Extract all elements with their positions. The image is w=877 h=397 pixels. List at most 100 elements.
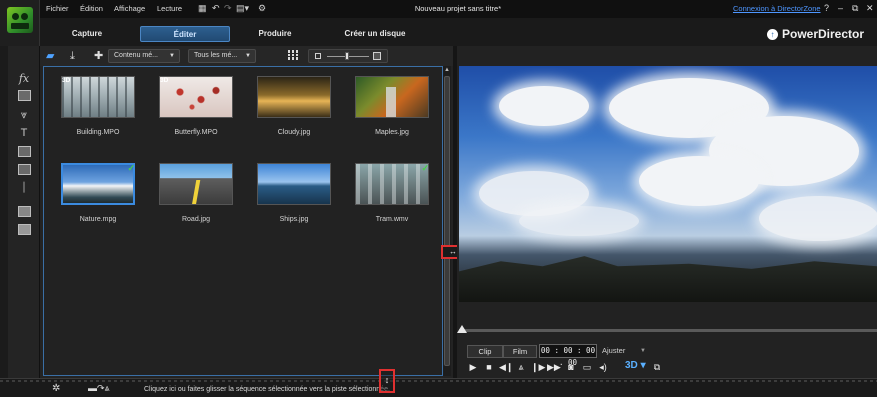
clip-mode-button[interactable]: Clip: [467, 345, 503, 358]
check-icon: ✓: [421, 163, 429, 173]
import-media-icon[interactable]: ⤓: [70, 50, 75, 62]
particle-icon[interactable]: ⩔: [15, 108, 33, 122]
timeline-hint[interactable]: Cliquez ici ou faites glisser la séquenc…: [144, 386, 390, 393]
plugins-icon[interactable]: ✚: [94, 50, 103, 62]
mode-tabs: Capture Éditer Produire Créer un disque …: [40, 18, 877, 46]
timecode-display[interactable]: 00 : 00 : 00 . 00: [539, 344, 597, 367]
subtitle-icon[interactable]: [18, 224, 31, 235]
pip-icon[interactable]: [18, 90, 31, 101]
app-logo: [0, 0, 40, 46]
redo-icon[interactable]: ↷: [224, 3, 232, 13]
volume-icon[interactable]: ◂): [597, 361, 609, 373]
menu-affichage[interactable]: Affichage: [114, 4, 145, 13]
menu-fichier[interactable]: Fichier: [46, 4, 69, 13]
media-item-butterfly[interactable]: 3D Butterfly.MPO: [157, 76, 235, 140]
scrollbar-thumb[interactable]: [444, 76, 450, 366]
media-thumbnail: [257, 76, 331, 118]
media-item-road[interactable]: Road.jpg: [157, 163, 235, 227]
voiceover-icon[interactable]: ❙: [15, 180, 33, 194]
scroll-up-icon[interactable]: ▲: [443, 67, 451, 73]
next-frame-icon[interactable]: ❙▶: [531, 361, 545, 373]
media-thumbnail: [61, 163, 135, 205]
film-mode-button[interactable]: Film: [503, 345, 537, 358]
chevron-down-icon: ▼: [640, 348, 646, 354]
library-scrollbar[interactable]: ▲: [443, 66, 451, 376]
tab-produire[interactable]: Produire: [240, 26, 310, 42]
brand-name: PowerDirector: [782, 27, 865, 41]
chapter-icon[interactable]: [18, 206, 31, 217]
minimize-button[interactable]: –: [838, 3, 843, 13]
snapshot-camera-icon[interactable]: ◙: [565, 361, 577, 373]
upgrade-icon[interactable]: ↑: [767, 29, 778, 40]
3d-badge: 3D: [62, 77, 71, 84]
3d-toggle-button[interactable]: 3D ▾: [625, 360, 646, 371]
media-library-panel: ▰ ⤓ ✚ Contenu mé... ▼ Tous les mé... ▼ 3D …: [40, 46, 453, 378]
track-manager-icon[interactable]: ✲: [52, 383, 60, 394]
room-rail: fx ⩔ T ❙: [8, 46, 40, 378]
fx-icon[interactable]: fx: [15, 72, 33, 86]
media-thumbnail: [257, 163, 331, 205]
fit-dropdown[interactable]: Ajuster ▼: [602, 345, 648, 358]
audio-mixing-icon[interactable]: [18, 164, 31, 175]
media-grid: 3D Building.MPO 3D Butterfly.MPO Cloudy.…: [43, 66, 443, 376]
media-thumbnail: [159, 76, 233, 118]
stop-icon[interactable]: ■: [483, 361, 495, 373]
save-icon[interactable]: ▦: [198, 3, 207, 13]
check-icon: ✓: [127, 163, 135, 173]
content-filter-label: Contenu mé...: [114, 52, 158, 59]
media-item-maples[interactable]: Maples.jpg: [353, 76, 431, 140]
brand: ↑ PowerDirector: [767, 26, 864, 42]
media-label: Cloudy.jpg: [277, 129, 311, 136]
media-item-ships[interactable]: Ships.jpg: [255, 163, 333, 227]
restore-button[interactable]: ⧉: [852, 3, 858, 14]
content-filter-dropdown[interactable]: Contenu mé... ▼: [108, 49, 180, 63]
media-thumbnail: [355, 163, 429, 205]
undock-icon[interactable]: ⧉: [651, 361, 663, 373]
seek-bar[interactable]: [459, 329, 877, 332]
3d-label: 3D: [625, 360, 638, 371]
resize-vertical-icon[interactable]: ↕: [379, 369, 395, 393]
transition-icon[interactable]: [18, 146, 31, 157]
library-toolbar: ▰ ⤓ ✚ Contenu mé... ▼ Tous les mé... ▼: [40, 46, 453, 66]
media-item-tram[interactable]: ✓ Tram.wmv: [353, 163, 431, 227]
insert-options-icon[interactable]: ▬↷⩓: [88, 383, 110, 394]
3d-badge: 3D: [160, 77, 169, 84]
directorzone-login-link[interactable]: Connexion à DirectorZone: [733, 4, 821, 13]
tab-editer[interactable]: Éditer: [140, 26, 230, 42]
tab-capture[interactable]: Capture: [52, 26, 122, 42]
media-label: Tram.wmv: [375, 216, 409, 223]
chevron-down-icon: ▼: [245, 53, 251, 59]
layout-icon[interactable]: ▤▾: [236, 3, 249, 13]
media-room-icon[interactable]: ▰: [46, 50, 54, 62]
menu-bar: Fichier Édition Affichage Lecture ▦ ↶ ↷ …: [40, 0, 877, 18]
help-button[interactable]: ?: [824, 3, 829, 13]
play-icon[interactable]: ▶: [467, 361, 479, 373]
menu-lecture[interactable]: Lecture: [157, 4, 182, 13]
fast-forward-icon[interactable]: ▶▶: [547, 361, 561, 373]
preview-video: [459, 66, 877, 302]
preview-panel: Clip Film 00 : 00 : 00 . 00 Ajuster ▼ ▶ ■…: [457, 46, 877, 378]
media-label: Nature.mpg: [79, 216, 117, 223]
seek-handle[interactable]: [457, 325, 467, 333]
media-thumbnail: [355, 76, 429, 118]
media-label: Ships.jpg: [279, 216, 309, 223]
media-thumbnail: [61, 76, 135, 118]
media-item-cloudy[interactable]: Cloudy.jpg: [255, 76, 333, 140]
thumbnail-size-slider[interactable]: [308, 49, 388, 63]
title-icon[interactable]: T: [15, 126, 33, 140]
media-label: Building.MPO: [76, 129, 120, 136]
previous-frame-icon[interactable]: ◀❙: [499, 361, 513, 373]
tab-creer-disque[interactable]: Créer un disque: [325, 26, 425, 42]
menu-edition[interactable]: Édition: [80, 4, 103, 13]
undo-icon[interactable]: ↶: [212, 3, 220, 13]
split-icon[interactable]: ⩓: [515, 361, 527, 373]
media-type-dropdown[interactable]: Tous les mé... ▼: [188, 49, 256, 63]
close-button[interactable]: ✕: [866, 3, 874, 14]
monitor-icon[interactable]: ▭: [581, 361, 593, 373]
media-label: Maples.jpg: [375, 129, 409, 136]
media-item-nature[interactable]: ✓ Nature.mpg: [59, 163, 137, 227]
media-item-building[interactable]: 3D Building.MPO: [59, 76, 137, 140]
settings-gear-icon[interactable]: ⚙: [258, 3, 266, 13]
grid-view-icon[interactable]: [288, 50, 298, 60]
window-title: Nouveau projet sans titre*: [414, 4, 502, 13]
